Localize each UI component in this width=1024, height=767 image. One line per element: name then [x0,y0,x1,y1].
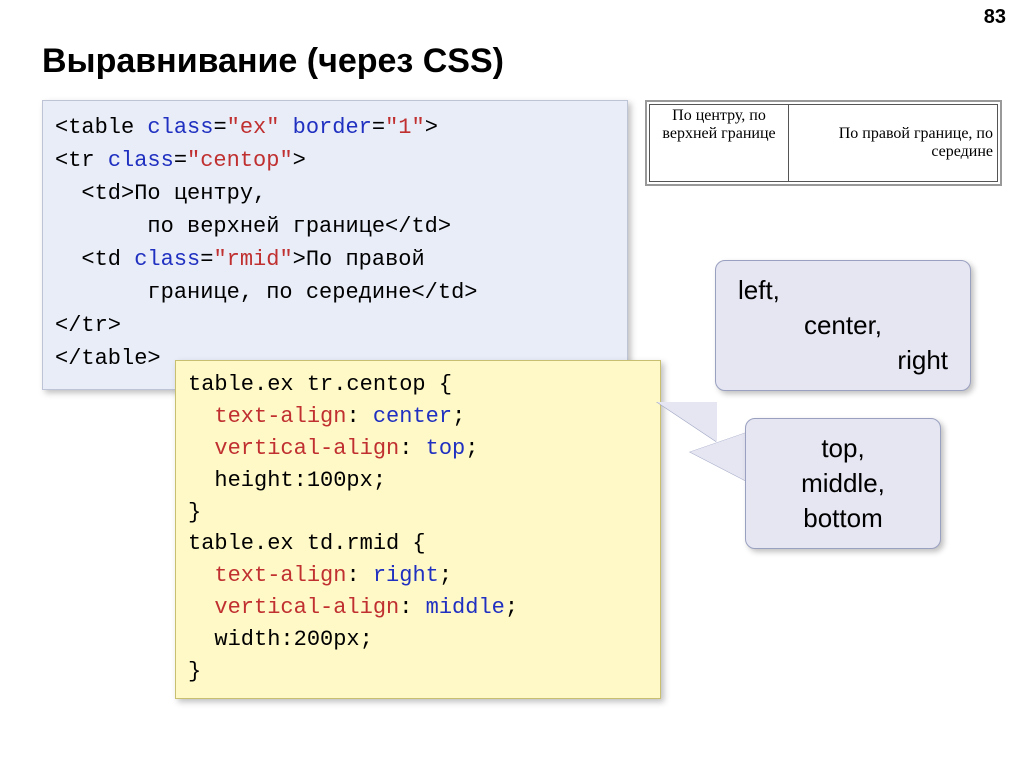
preview-cell-center-top: По центру, по верхней границе [650,105,789,182]
callout-tail [690,432,748,482]
page-number: 83 [984,6,1006,29]
css-source-box: table.ex tr.centop { text-align: center;… [175,360,661,699]
rendered-preview: По центру, по верхней границе По правой … [645,100,1002,186]
callout-line: bottom [768,501,918,536]
code: table.ex tr.centop { text-align: center;… [188,372,518,684]
callout-line: left, [738,273,948,308]
callout-line: middle, [768,466,918,501]
html-source-box: <table class="ex" border="1"> <tr class=… [42,100,628,390]
preview-table: По центру, по верхней границе По правой … [649,104,998,182]
callout-vertical-align-values: top, middle, bottom [745,418,941,549]
callout-text-align-values: left, center, right [715,260,971,391]
callout-line: center, [738,308,948,343]
callout-line: right [738,343,948,378]
table-row: По центру, по верхней границе По правой … [650,105,998,182]
preview-cell-right-middle: По правой границе, по середине [789,105,998,182]
callout-line: top, [768,431,918,466]
code: <table class="ex" border="1"> <tr class=… [55,115,477,371]
slide-title: Выравнивание (через CSS) [42,42,504,81]
